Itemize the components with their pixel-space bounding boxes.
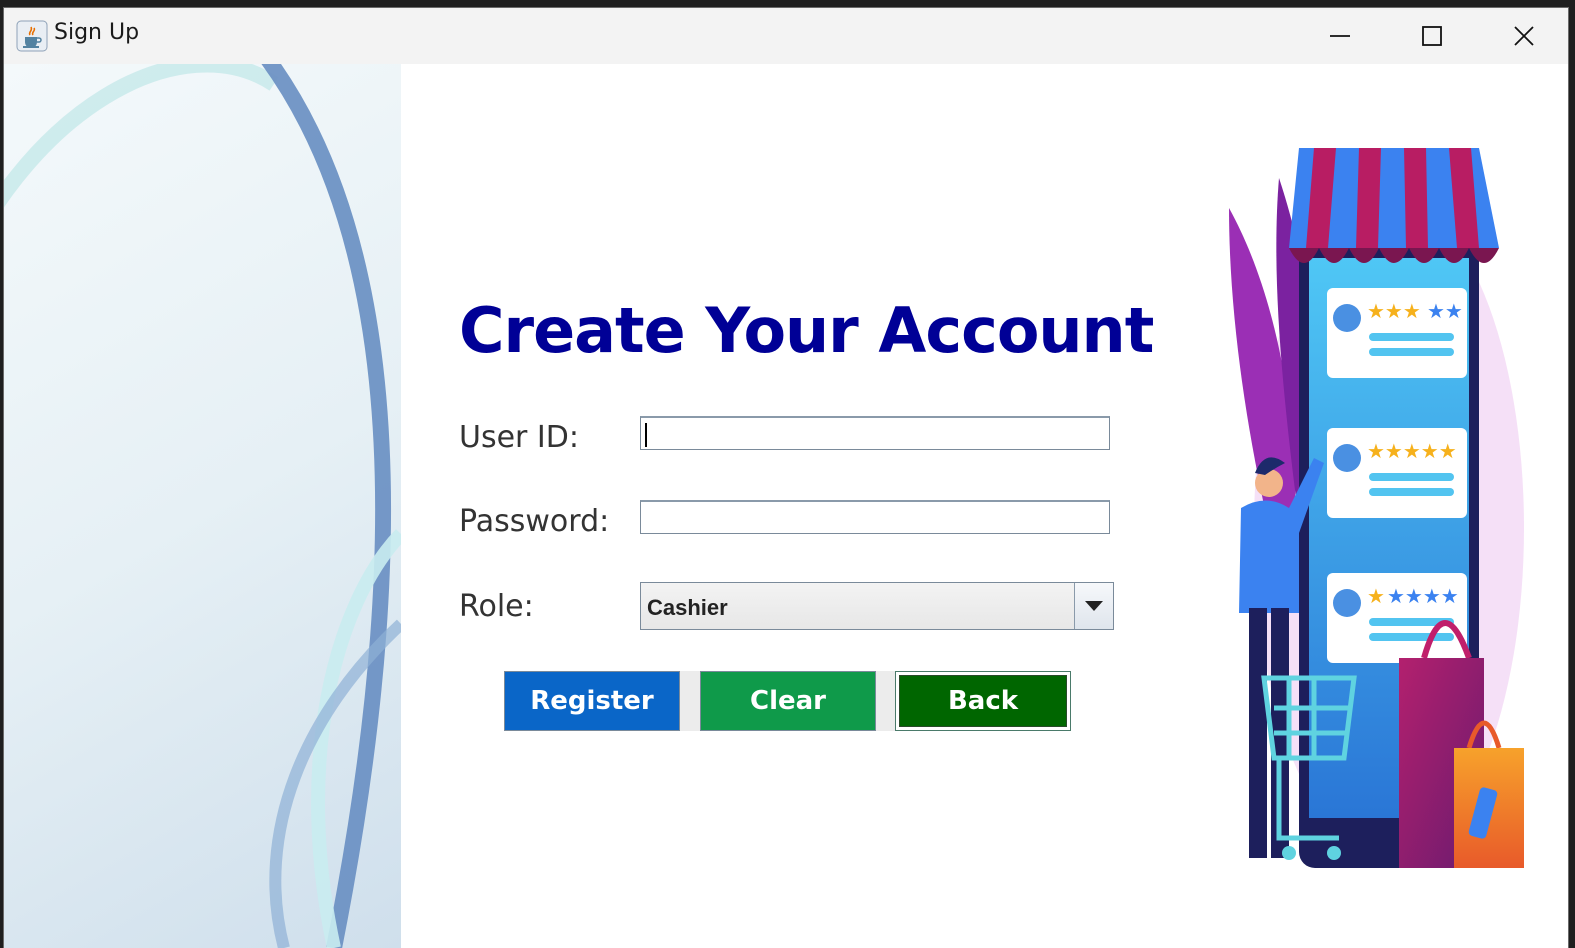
user-id-label: User ID: — [459, 420, 579, 455]
maximize-icon — [1422, 26, 1442, 46]
user-id-field[interactable] — [640, 416, 1110, 450]
back-button-label: Back — [899, 675, 1067, 727]
svg-text:★★★★: ★★★★ — [1387, 584, 1459, 608]
role-label: Role: — [459, 589, 534, 624]
svg-text:★: ★ — [1367, 584, 1385, 608]
password-field[interactable] — [640, 500, 1110, 534]
minimize-button[interactable] — [1294, 8, 1386, 64]
page-title: Create Your Account — [459, 294, 1154, 367]
decorative-side-panel — [4, 64, 401, 948]
title-bar[interactable]: Sign Up — [4, 8, 1568, 64]
password-label: Password: — [459, 504, 610, 539]
register-button[interactable]: Register — [504, 671, 680, 731]
role-dropdown[interactable]: Cashier — [640, 582, 1114, 630]
signup-window: Sign Up Create Your Account User ID: Pas… — [4, 8, 1568, 948]
role-selected-value: Cashier — [647, 595, 728, 620]
chevron-down-icon — [1085, 601, 1103, 611]
shopping-review-illustration: ★★★ ★★ ★★★★★ ★ ★★★★ — [1229, 148, 1524, 868]
close-icon — [1514, 26, 1534, 46]
back-button[interactable]: Back — [895, 671, 1071, 731]
window-title: Sign Up — [54, 20, 140, 45]
text-caret — [645, 423, 647, 447]
svg-text:★★: ★★ — [1427, 299, 1463, 323]
close-button[interactable] — [1478, 8, 1570, 64]
svg-text:★★★★★: ★★★★★ — [1367, 439, 1457, 463]
content-area: Create Your Account User ID: Password: R… — [4, 64, 1568, 948]
maximize-button[interactable] — [1386, 8, 1478, 64]
svg-text:★★★: ★★★ — [1367, 299, 1421, 323]
java-cup-icon — [16, 20, 48, 52]
swirl-decoration — [4, 64, 401, 948]
clear-button[interactable]: Clear — [700, 671, 876, 731]
dropdown-arrow-button[interactable] — [1074, 583, 1113, 629]
minimize-icon — [1330, 35, 1350, 37]
